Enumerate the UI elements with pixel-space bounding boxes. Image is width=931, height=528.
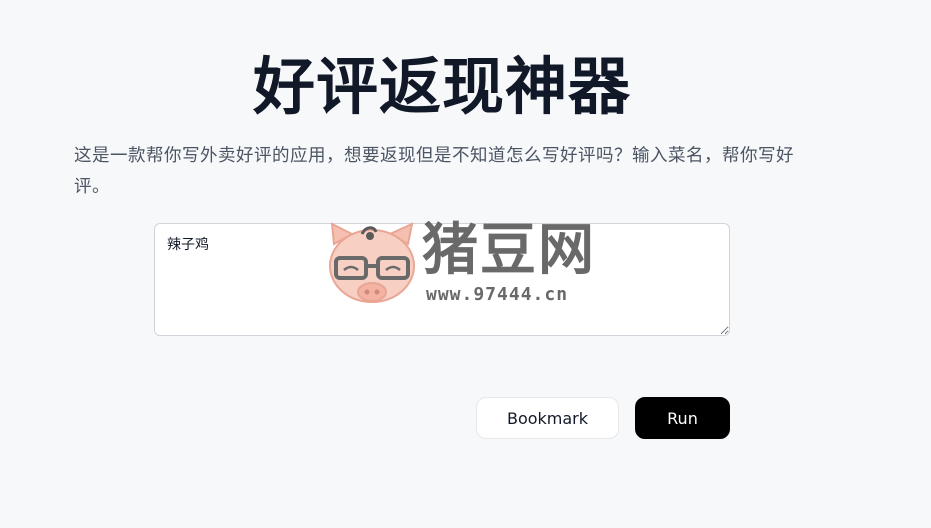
app-description: 这是一款帮你写外卖好评的应用，想要返现但是不知道怎么写好评吗？输入菜名，帮你写好… [74,146,794,197]
run-button[interactable]: Run [635,397,730,439]
bookmark-button[interactable]: Bookmark [476,397,619,439]
dish-name-input[interactable]: 辣子鸡 [154,223,730,336]
page-title: 好评返现神器 [252,50,631,123]
